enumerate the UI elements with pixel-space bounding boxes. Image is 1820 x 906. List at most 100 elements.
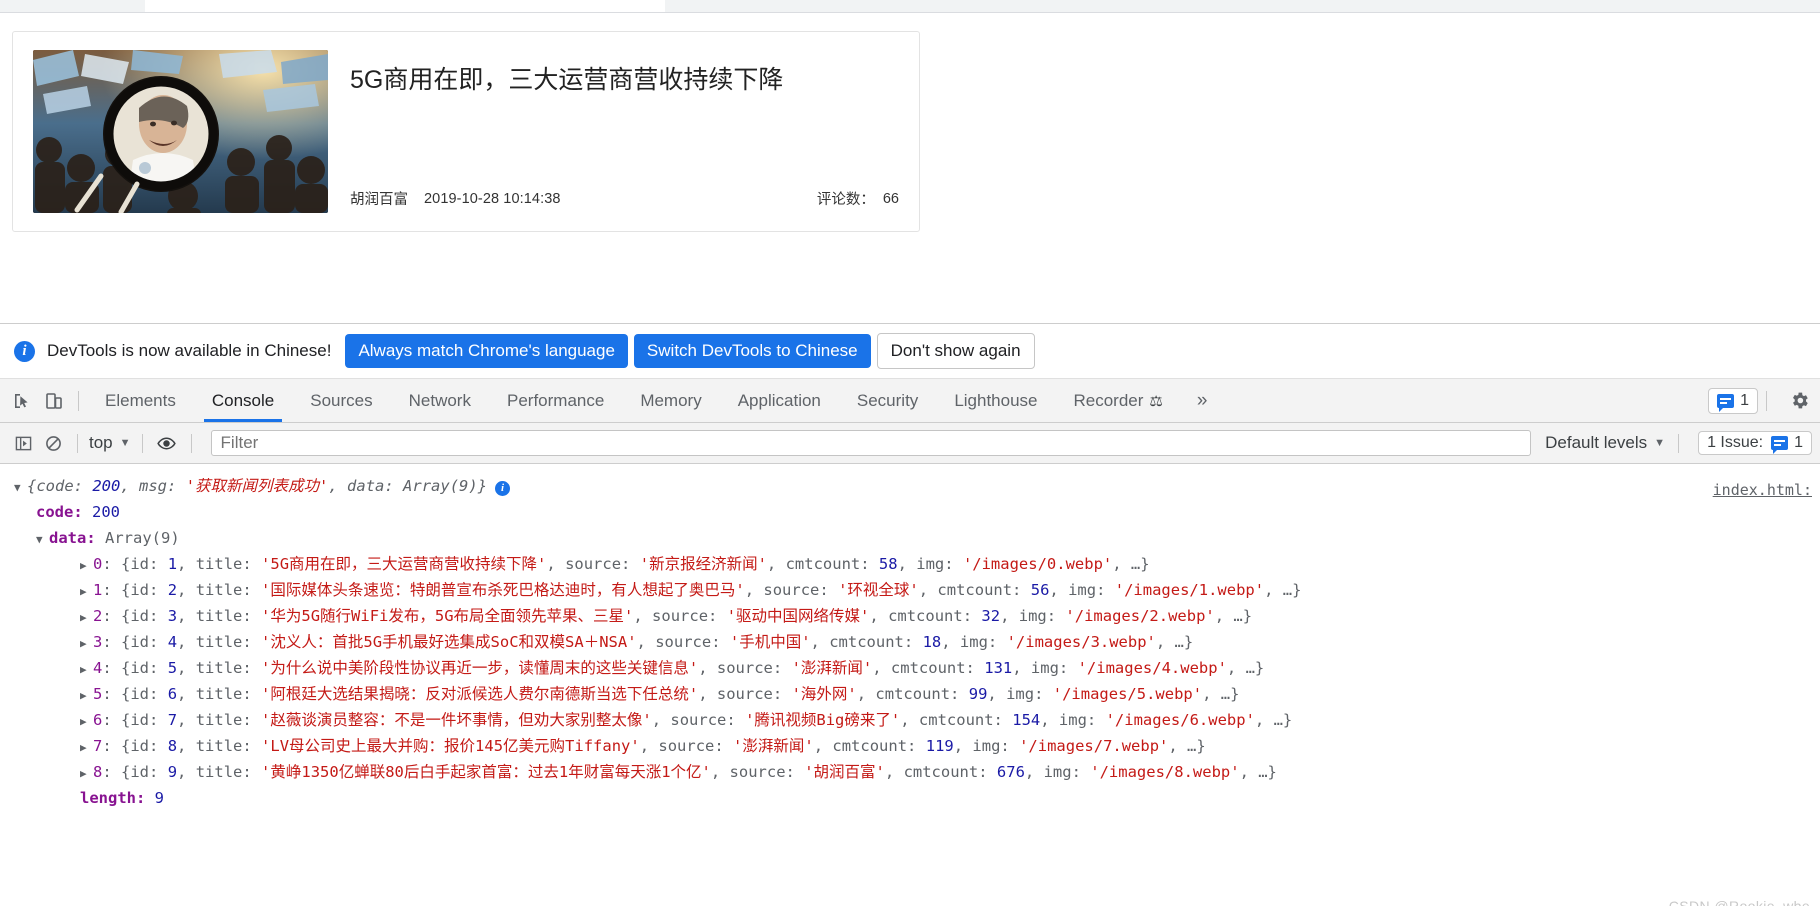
- toolbar-divider: [1766, 390, 1767, 411]
- console-data-property[interactable]: ▼ data: Array(9): [0, 525, 1820, 551]
- expand-triangle-icon[interactable]: ▶: [80, 605, 93, 631]
- console-array-item[interactable]: ▶ 0: {id: 1, title: '5G商用在即，三大运营商营收持续下降',…: [0, 551, 1820, 577]
- ellipsis: , …}: [1202, 685, 1240, 703]
- console-code-property: code: 200: [0, 499, 1820, 525]
- punct: ,: [897, 555, 917, 573]
- punct: ,: [900, 711, 919, 729]
- gear-icon[interactable]: [1789, 390, 1810, 411]
- tab-sources[interactable]: Sources: [292, 379, 390, 422]
- code-value: 200: [92, 503, 121, 521]
- expand-triangle-icon[interactable]: ▼: [36, 527, 49, 553]
- expand-triangle-icon[interactable]: ▼: [14, 475, 27, 501]
- live-expression-eye-icon[interactable]: [152, 428, 182, 458]
- expand-triangle-icon[interactable]: ▶: [80, 579, 93, 605]
- tab-lighthouse[interactable]: Lighthouse: [936, 379, 1055, 422]
- punct: ,: [941, 633, 960, 651]
- expand-triangle-icon[interactable]: ▶: [80, 761, 93, 787]
- inspect-element-icon[interactable]: [6, 385, 38, 417]
- punct: ,: [698, 685, 717, 703]
- sidebar-toggle-glyph: [15, 436, 31, 450]
- array-index: 1: [93, 581, 103, 599]
- console-array-item[interactable]: ▶ 8: {id: 9, title: '黄峥1350亿蝉联80后白手起家首富：过…: [0, 759, 1820, 785]
- code-key: code:: [36, 503, 83, 521]
- clear-console-icon[interactable]: [38, 428, 68, 458]
- console-array-item[interactable]: ▶ 6: {id: 7, title: '赵薇谈演员整容：不是一件坏事情，但劝大家…: [0, 707, 1820, 733]
- title-key: title:: [195, 633, 252, 651]
- console-array-item[interactable]: ▶ 3: {id: 4, title: '沈义人：首批5G手机最好选集成SoC和双…: [0, 629, 1820, 655]
- tab-elements[interactable]: Elements: [87, 379, 194, 422]
- id-value: 3: [167, 607, 178, 625]
- tab-console[interactable]: Console: [194, 379, 292, 422]
- console-source-link[interactable]: index.html:: [1713, 477, 1812, 503]
- browser-tab[interactable]: [145, 0, 665, 12]
- execution-context-selector[interactable]: top ▼: [87, 433, 133, 453]
- news-comment-label: 评论数：: [816, 192, 875, 208]
- console-output: index.html: 拿到这九条数据，并渲染到网页上 ▼{code: 200,…: [0, 464, 1820, 906]
- expand-triangle-icon[interactable]: ▶: [80, 709, 93, 735]
- expand-triangle-icon[interactable]: ▶: [80, 631, 93, 657]
- always-match-language-button[interactable]: Always match Chrome's language: [345, 334, 628, 368]
- console-filter-input[interactable]: [210, 430, 1532, 456]
- cmtcount-value: 32: [981, 607, 1001, 625]
- expand-triangle-icon[interactable]: ▶: [80, 683, 93, 709]
- news-card[interactable]: 5G商用在即，三大运营商营收持续下降 胡润百富 2019-10-28 10:14…: [12, 31, 920, 232]
- console-array-item[interactable]: ▶ 4: {id: 5, title: '为什么说中美阶段性协议再近一步，读懂周末…: [0, 655, 1820, 681]
- console-array-item[interactable]: ▶ 1: {id: 2, title: '国际媒体头条速览：特朗普宣布杀死巴格达迪…: [0, 577, 1820, 603]
- info-icon[interactable]: i: [495, 480, 511, 496]
- issues-counter-button[interactable]: 1 Issue: 1: [1698, 431, 1812, 455]
- cmtcount-key: cmtcount:: [829, 633, 914, 651]
- console-object-summary[interactable]: ▼{code: 200, msg: '获取新闻列表成功', data: Arra…: [0, 473, 1820, 499]
- console-array-item[interactable]: ▶ 7: {id: 8, title: 'LV母公司史上最大并购：报价145亿美元…: [0, 733, 1820, 759]
- console-array-item[interactable]: ▶ 5: {id: 6, title: '阿根廷大选结果揭晓：反对派候选人费尔南德…: [0, 681, 1820, 707]
- id-value: 7: [167, 711, 178, 729]
- cmtcount-value: 131: [984, 659, 1013, 677]
- punct: ,: [766, 555, 786, 573]
- more-tabs-icon[interactable]: »: [1181, 390, 1224, 412]
- tab-security[interactable]: Security: [839, 379, 936, 422]
- tab-performance[interactable]: Performance: [489, 379, 622, 422]
- tab-application[interactable]: Application: [720, 379, 839, 422]
- switch-to-chinese-button[interactable]: Switch DevTools to Chinese: [633, 334, 871, 368]
- source-value: '驱动中国网络传媒': [726, 607, 870, 625]
- watermark: CSDN @Rookie_wbe: [1668, 898, 1810, 906]
- source-key: source:: [655, 633, 721, 651]
- title-value: 'LV母公司史上最大并购：报价145亿美元购Tiffany': [261, 737, 640, 755]
- source-key: source:: [716, 685, 783, 703]
- issue-bubble-icon: [1771, 436, 1789, 454]
- console-sidebar-icon[interactable]: [8, 428, 38, 458]
- expand-triangle-icon[interactable]: ▶: [80, 735, 93, 761]
- cmtcount-value: 18: [922, 633, 942, 651]
- news-thumbnail: [33, 50, 328, 213]
- responsive-device-glyph: [46, 392, 62, 409]
- id-value: 6: [167, 685, 178, 703]
- id-value: 2: [167, 581, 178, 599]
- news-title[interactable]: 5G商用在即，三大运营商营收持续下降: [350, 64, 899, 97]
- console-message-count-badge[interactable]: 1: [1708, 387, 1758, 414]
- tab-network[interactable]: Network: [391, 379, 489, 422]
- console-array-item[interactable]: ▶ 2: {id: 3, title: '华为5G随行WiFi发布，5G布局全面领…: [0, 603, 1820, 629]
- img-value: '/images/6.webp': [1105, 711, 1255, 729]
- punct: ,: [636, 633, 656, 651]
- tab-label: Application: [737, 390, 821, 410]
- punct: : {: [102, 607, 131, 625]
- tab-label: Memory: [640, 390, 702, 410]
- cmtcount-key: cmtcount:: [903, 763, 988, 781]
- experimental-flask-icon: ⚖: [1149, 392, 1163, 410]
- punct: ,: [651, 711, 671, 729]
- log-levels-selector[interactable]: Default levels ▼: [1541, 433, 1669, 453]
- punct: ,: [177, 685, 196, 703]
- device-toolbar-icon[interactable]: [38, 385, 70, 417]
- expand-triangle-icon[interactable]: ▶: [80, 657, 93, 683]
- tab-memory[interactable]: Memory: [622, 379, 719, 422]
- summary-data-value: Array(9): [403, 477, 478, 495]
- tab-recorder[interactable]: Recorder ⚖: [1056, 379, 1181, 422]
- img-value: '/images/4.webp': [1077, 659, 1227, 677]
- expand-triangle-icon[interactable]: ▶: [80, 553, 93, 579]
- img-key: img:: [1068, 581, 1106, 599]
- dont-show-again-button[interactable]: Don't show again: [876, 333, 1035, 369]
